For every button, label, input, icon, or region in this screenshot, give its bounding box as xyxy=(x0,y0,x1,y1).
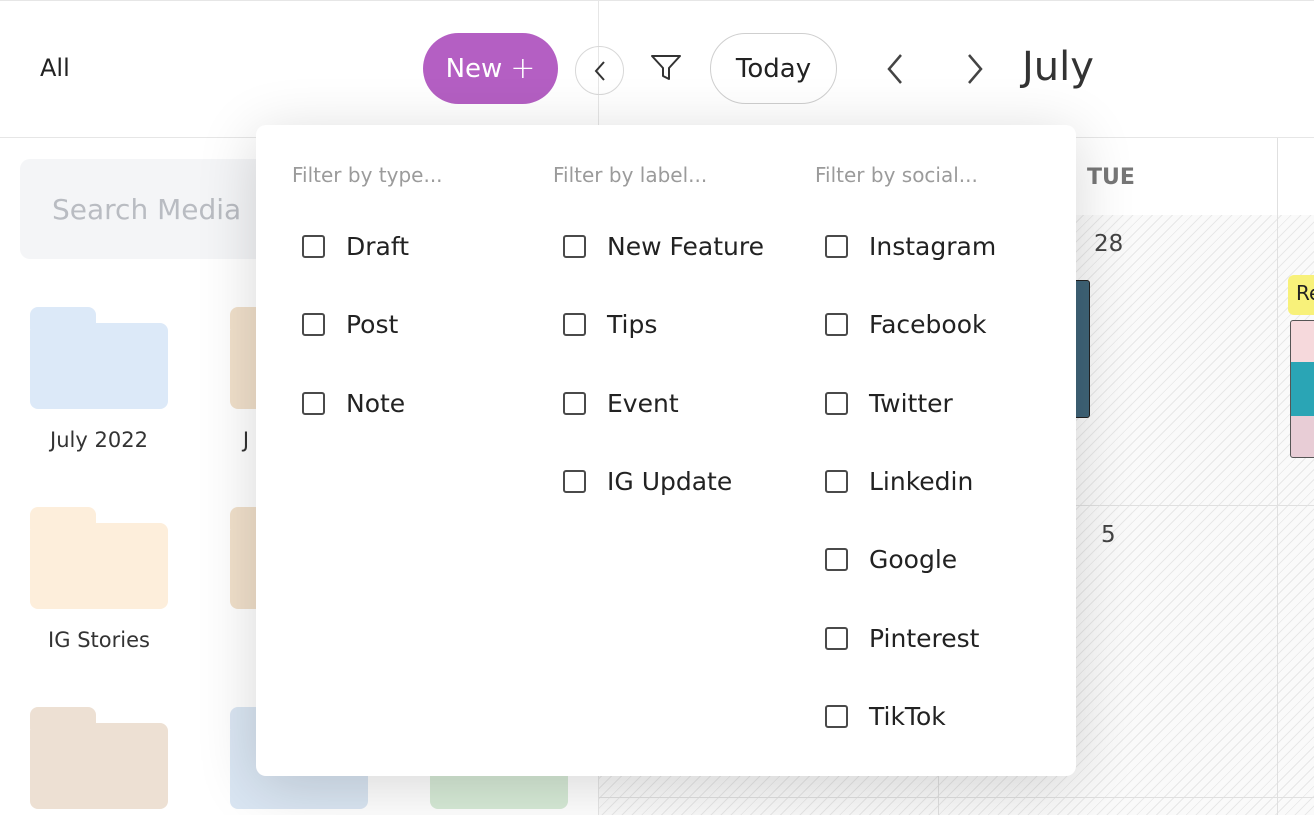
calendar-column-divider xyxy=(1277,138,1278,815)
filter-social-title: Filter by social... xyxy=(815,163,978,187)
filter-button[interactable] xyxy=(647,49,685,87)
filter-option-facebook[interactable]: Facebook xyxy=(825,310,986,339)
filter-option-google[interactable]: Google xyxy=(825,545,957,574)
folder-ig-stories[interactable] xyxy=(30,507,168,609)
folder-item[interactable] xyxy=(30,707,168,809)
checkbox[interactable] xyxy=(563,392,586,415)
collapse-panel-button[interactable] xyxy=(575,46,624,95)
post-label-badge[interactable]: Re xyxy=(1288,275,1314,315)
checkbox[interactable] xyxy=(825,627,848,650)
filter-option-linkedin[interactable]: Linkedin xyxy=(825,467,973,496)
checkbox[interactable] xyxy=(302,235,325,258)
previous-month-button[interactable] xyxy=(880,52,910,86)
today-button[interactable]: Today xyxy=(710,33,837,104)
checkbox[interactable] xyxy=(825,313,848,336)
view-filter-label[interactable]: All xyxy=(40,54,70,82)
chevron-right-icon xyxy=(968,54,983,84)
folder-label: July 2022 xyxy=(50,428,148,452)
filter-option-post[interactable]: Post xyxy=(302,310,398,339)
scheduled-post-thumbnail[interactable] xyxy=(1290,320,1314,458)
checkbox[interactable] xyxy=(563,313,586,336)
checkbox[interactable] xyxy=(825,392,848,415)
filter-label-title: Filter by label... xyxy=(553,163,708,187)
day-number[interactable]: 5 xyxy=(1101,522,1116,548)
checkbox[interactable] xyxy=(825,235,848,258)
filter-option-note[interactable]: Note xyxy=(302,389,405,418)
checkbox[interactable] xyxy=(302,392,325,415)
checkbox[interactable] xyxy=(302,313,325,336)
filter-option-tips[interactable]: Tips xyxy=(563,310,657,339)
checkbox[interactable] xyxy=(825,548,848,571)
chevron-left-icon xyxy=(887,54,902,84)
filter-option-draft[interactable]: Draft xyxy=(302,232,409,261)
calendar-row-divider xyxy=(599,797,1314,798)
checkbox[interactable] xyxy=(563,470,586,493)
filter-type-title: Filter by type... xyxy=(292,163,443,187)
day-header-tue: TUE xyxy=(1087,165,1135,190)
day-number[interactable]: 28 xyxy=(1094,231,1123,257)
filter-icon xyxy=(651,55,681,80)
checkbox[interactable] xyxy=(825,470,848,493)
folder-label: IG Stories xyxy=(48,628,150,652)
filter-option-instagram[interactable]: Instagram xyxy=(825,232,996,261)
new-button-label: New xyxy=(445,53,503,84)
checkbox[interactable] xyxy=(825,705,848,728)
filter-option-twitter[interactable]: Twitter xyxy=(825,389,953,418)
new-post-button[interactable]: New + xyxy=(423,33,558,104)
plus-icon: + xyxy=(510,51,536,86)
filter-option-pinterest[interactable]: Pinterest xyxy=(825,624,979,653)
filter-option-ig-update[interactable]: IG Update xyxy=(563,467,732,496)
filter-dropdown: Filter by type... Draft Post Note Filter… xyxy=(256,125,1076,776)
month-title: July xyxy=(1022,44,1094,90)
dropdown-caret xyxy=(653,112,681,126)
filter-option-event[interactable]: Event xyxy=(563,389,679,418)
filter-option-new-feature[interactable]: New Feature xyxy=(563,232,764,261)
chevron-left-icon xyxy=(594,60,605,81)
filter-option-tiktok[interactable]: TikTok xyxy=(825,702,946,731)
next-month-button[interactable] xyxy=(960,52,990,86)
folder-july-2022[interactable] xyxy=(30,307,168,409)
checkbox[interactable] xyxy=(563,235,586,258)
